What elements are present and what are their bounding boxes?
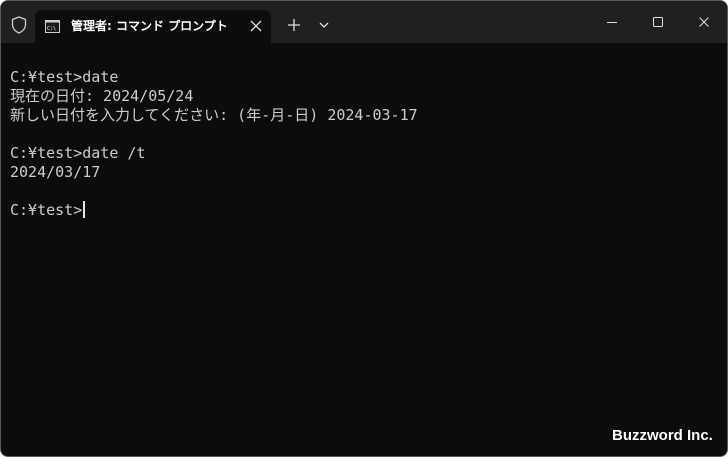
title-bar[interactable]: C:\ 管理者: コマンド プロンプト [1, 1, 727, 43]
close-icon[interactable] [249, 19, 263, 33]
tab-title: 管理者: コマンド プロンプト [71, 19, 228, 33]
minimize-icon [607, 22, 617, 23]
close-icon [699, 17, 709, 27]
console-line: 新しい日付を入力してください: (年-月-日) 2024-03-17 [10, 106, 418, 124]
maximize-button[interactable] [635, 1, 681, 43]
prompt-line[interactable]: C:¥test> [10, 201, 418, 220]
shield-icon [11, 16, 27, 34]
console-lines: C:¥test>date 現在の日付: 2024/05/24 新しい日付を入力し… [10, 68, 418, 220]
console-line: 現在の日付: 2024/05/24 [10, 87, 194, 105]
prompt-text: C:¥test> [10, 201, 83, 219]
terminal-window: C:\ 管理者: コマンド プロンプト C:¥test>date 現在の日付: … [0, 0, 728, 457]
svg-text:C:\: C:\ [47, 26, 56, 32]
close-window-button[interactable] [681, 1, 727, 43]
console-line: 2024/03/17 [10, 163, 101, 181]
console-line: C:¥test>date [10, 68, 119, 86]
command-prompt-icon: C:\ [45, 20, 60, 33]
text-cursor [83, 201, 85, 218]
console-line: C:¥test>date /t [10, 144, 146, 162]
terminal-output[interactable]: C:¥test>date 現在の日付: 2024/05/24 新しい日付を入力し… [1, 43, 727, 456]
minimize-button[interactable] [589, 1, 635, 43]
maximize-icon [653, 17, 663, 27]
tab-command-prompt[interactable]: C:\ 管理者: コマンド プロンプト [35, 10, 271, 43]
plus-icon[interactable] [283, 14, 305, 36]
watermark: Buzzword Inc. [612, 427, 713, 444]
chevron-down-icon[interactable] [313, 14, 335, 36]
